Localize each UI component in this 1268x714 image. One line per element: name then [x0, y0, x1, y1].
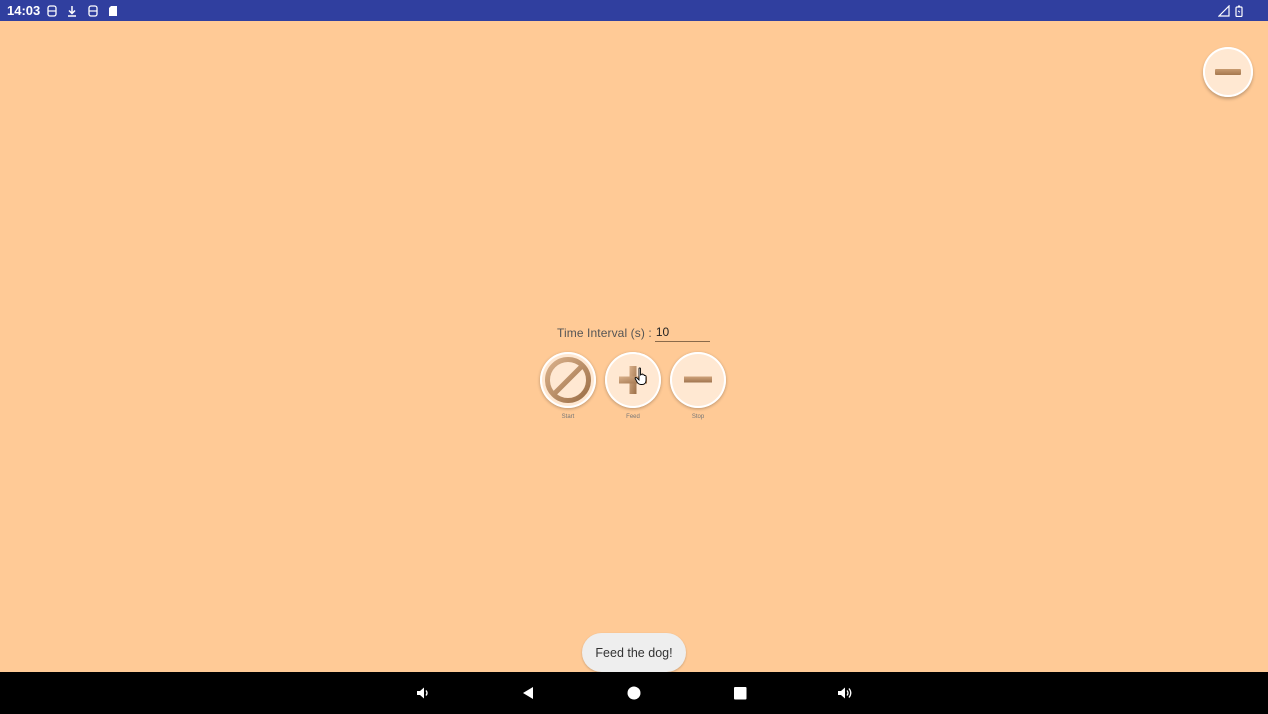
- interval-label: Time Interval (s) :: [557, 325, 652, 340]
- recents-button[interactable]: [730, 683, 750, 703]
- no-entry-icon: [545, 357, 591, 403]
- back-icon: [523, 687, 533, 699]
- floating-minus-button[interactable]: [1203, 47, 1253, 97]
- sim-icon-2: [86, 3, 100, 18]
- stop-button[interactable]: [670, 352, 726, 408]
- app-content: Time Interval (s) : Start Feed: [0, 21, 1268, 672]
- interval-row: Time Interval (s) :: [557, 323, 710, 342]
- status-bar: 14:03: [0, 0, 1268, 21]
- volume-up-icon: [838, 687, 852, 699]
- navigation-bar: [0, 672, 1268, 714]
- minus-icon-stop: [684, 376, 712, 383]
- status-time: 14:03: [7, 3, 41, 18]
- interval-input[interactable]: [654, 323, 710, 342]
- volume-down-icon: [417, 687, 428, 699]
- stop-label: Stop: [691, 414, 705, 420]
- battery-icon: [1232, 3, 1246, 18]
- feed-label: Feed: [626, 414, 640, 420]
- feed-button[interactable]: [605, 352, 661, 408]
- sim-icon: [45, 3, 59, 18]
- volume-down-button[interactable]: [413, 683, 433, 703]
- home-icon: [627, 686, 641, 700]
- toast-text: Feed the dog!: [595, 645, 673, 660]
- toast-message: Feed the dog!: [582, 633, 686, 672]
- home-button[interactable]: [624, 683, 644, 703]
- recents-icon: [734, 687, 747, 700]
- plus-icon: [619, 366, 647, 394]
- download-icon: [65, 3, 79, 18]
- signal-icon: [1217, 3, 1231, 18]
- volume-up-button[interactable]: [835, 683, 855, 703]
- minus-icon: [1215, 69, 1241, 75]
- start-button[interactable]: [540, 352, 596, 408]
- start-label: Start: [561, 414, 575, 420]
- sd-card-icon: [106, 3, 120, 18]
- back-button[interactable]: [518, 683, 538, 703]
